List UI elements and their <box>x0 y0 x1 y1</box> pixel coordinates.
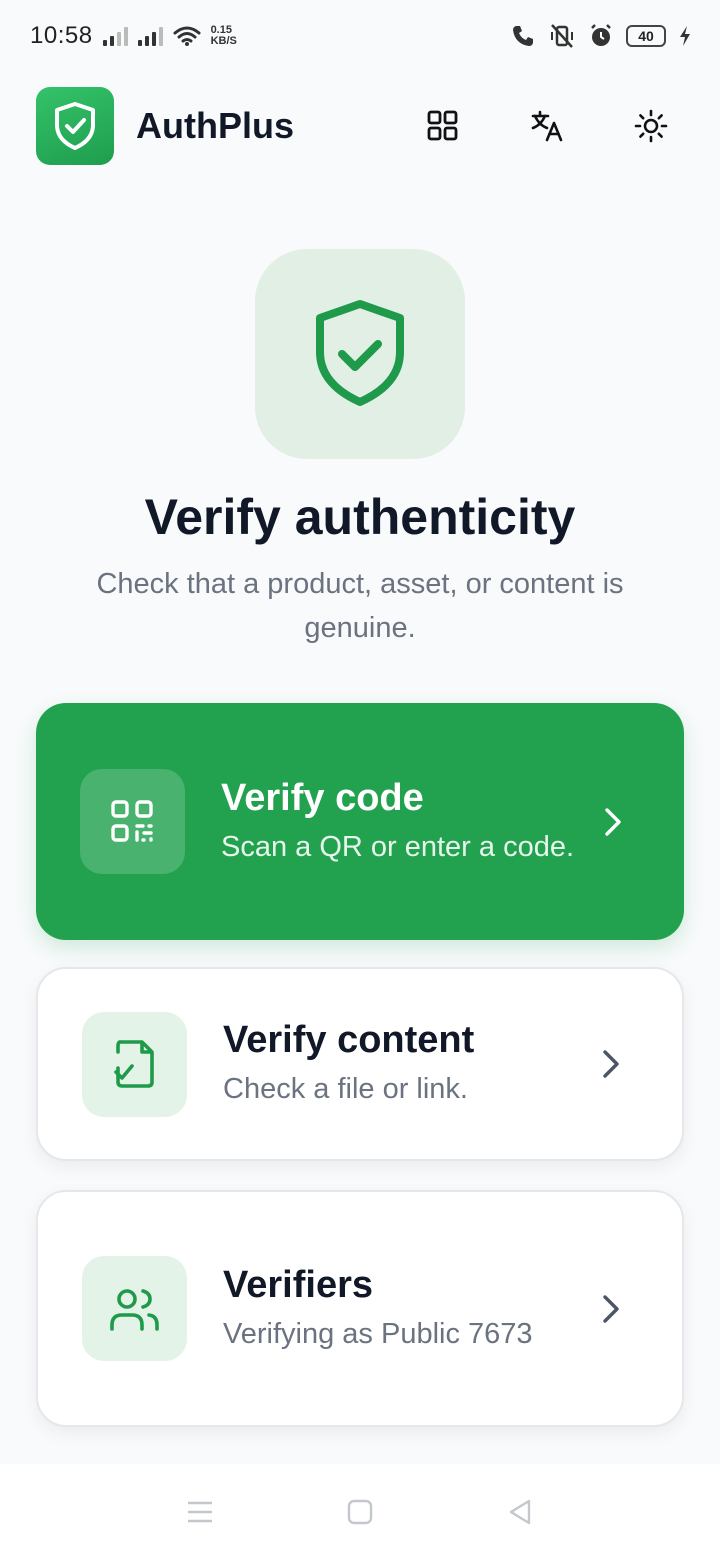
status-bar: 10:58 0.15 KB/S 40 <box>0 0 720 72</box>
shield-check-icon <box>316 300 404 406</box>
alarm-icon <box>591 24 611 46</box>
page-subtitle: Check that a product, asset, or content … <box>96 568 624 644</box>
vibrate-off-icon <box>551 24 573 48</box>
sun-icon <box>634 109 668 143</box>
call-icon <box>513 26 533 46</box>
file-check-icon <box>113 1040 154 1088</box>
theme-toggle-button[interactable] <box>628 103 674 149</box>
wifi-icon <box>173 26 201 46</box>
card-description: Check a file or link. <box>223 1073 468 1105</box>
status-right: 40 <box>510 23 692 49</box>
back-button[interactable] <box>500 1492 540 1532</box>
menu-icon <box>188 1501 212 1523</box>
grid-icon <box>427 110 458 141</box>
card-text: Verify code Scan a QR or enter a code. <box>221 775 598 869</box>
home-square-icon <box>347 1499 373 1525</box>
verifiers-card[interactable]: Verifiers Verifying as Public 7673 <box>36 1190 684 1427</box>
card-text: Verify content Check a file or link. <box>223 1017 596 1111</box>
card-icon-container <box>82 1256 187 1361</box>
status-left: 10:58 0.15 KB/S <box>30 22 237 50</box>
battery-indicator: 40 <box>626 25 666 47</box>
system-nav-bar <box>0 1464 720 1560</box>
card-title: Verify content <box>223 1019 475 1061</box>
card-icon-container <box>80 769 185 874</box>
card-title: Verify code <box>221 776 424 819</box>
signal-1-icon <box>102 26 128 46</box>
hero-icon-container <box>255 249 465 459</box>
home-button[interactable] <box>340 1492 380 1532</box>
apps-button[interactable] <box>420 103 466 149</box>
verify-code-card[interactable]: Verify code Scan a QR or enter a code. <box>36 703 684 940</box>
app-header: AuthPlus <box>36 87 684 165</box>
language-button[interactable] <box>524 103 570 149</box>
card-text: Verifiers Verifying as Public 7673 <box>223 1262 596 1356</box>
chevron-right-icon <box>598 802 628 842</box>
translate-icon <box>531 110 563 142</box>
verify-content-card[interactable]: Verify content Check a file or link. <box>36 967 684 1161</box>
recent-apps-button[interactable] <box>180 1492 220 1532</box>
net-speed-unit: KB/S <box>210 35 237 47</box>
app-logo <box>36 87 114 165</box>
card-title: Verifiers <box>223 1263 373 1306</box>
page-title: Verify authenticity <box>144 489 576 545</box>
users-icon <box>109 1288 159 1331</box>
chevron-right-icon <box>596 1289 626 1329</box>
qr-code-icon <box>110 799 153 842</box>
card-description: Verifying as Public 7673 <box>223 1317 533 1350</box>
back-triangle-icon <box>509 1499 531 1525</box>
app-title: AuthPlus <box>136 105 294 146</box>
status-time: 10:58 <box>30 22 93 49</box>
shield-check-icon <box>55 102 95 150</box>
header-actions <box>420 103 674 149</box>
network-speed: 0.15 KB/S <box>211 25 237 47</box>
card-description: Scan a QR or enter a code. <box>221 830 575 863</box>
chevron-right-icon <box>596 1044 626 1084</box>
card-icon-container <box>82 1011 187 1117</box>
signal-2-icon <box>137 26 163 46</box>
charging-icon <box>680 26 690 46</box>
